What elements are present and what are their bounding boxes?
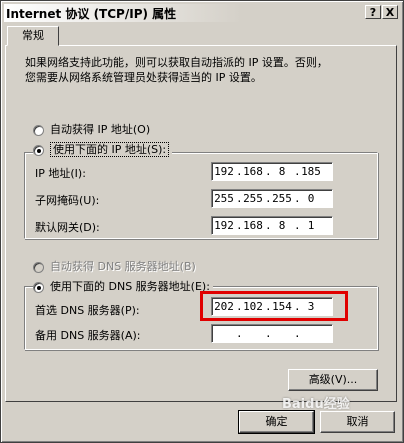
octet: 255 xyxy=(214,192,234,205)
auto-ip-radio[interactable]: 自动获得 IP 地址(O) xyxy=(33,121,150,137)
octet: 255 xyxy=(272,192,292,205)
radio-indicator-checked xyxy=(33,144,44,156)
octet: 8 xyxy=(278,219,286,232)
ip-address-label: IP 地址(I): xyxy=(35,167,86,180)
tab-general[interactable]: 常规 xyxy=(7,26,59,46)
radio-indicator xyxy=(33,124,44,136)
octet: 185 xyxy=(301,165,321,178)
alternate-dns-field[interactable]: . . . xyxy=(211,324,333,343)
octet: 0 xyxy=(307,192,315,205)
default-gateway-label: 默认网关(D): xyxy=(35,221,100,234)
octet: 168 xyxy=(243,165,263,178)
description-line-1: 如果网络支持此功能，则可以获取自动指派的 IP 设置。否则， xyxy=(25,56,328,69)
manual-ip-radio[interactable]: 使用下面的 IP 地址(S): xyxy=(33,141,173,157)
octet: 168 xyxy=(243,219,263,232)
close-button[interactable]: X xyxy=(382,5,398,19)
ok-button[interactable]: 确定 xyxy=(238,410,315,434)
subnet-mask-label: 子网掩码(U): xyxy=(35,194,100,207)
alternate-dns-label: 备用 DNS 服务器(A): xyxy=(35,329,141,342)
auto-ip-label: 自动获得 IP 地址(O) xyxy=(50,123,151,136)
auto-dns-label: 自动获得 DNS 服务器地址(B) xyxy=(50,260,196,273)
description-text: 如果网络支持此功能，则可以获取自动指派的 IP 设置。否则， 您需要从网络系统管… xyxy=(25,55,375,85)
manual-ip-label: 使用下面的 IP 地址(S): xyxy=(50,142,170,157)
octet: 8 xyxy=(278,165,286,178)
manual-dns-radio[interactable]: 使用下面的 DNS 服务器地址(E): xyxy=(33,278,213,294)
cancel-button[interactable]: 取消 xyxy=(320,411,395,433)
preferred-dns-label: 首选 DNS 服务器(P): xyxy=(35,304,140,317)
help-button[interactable]: ? xyxy=(365,5,381,19)
advanced-button[interactable]: 高级(V)... xyxy=(288,369,378,391)
default-gateway-field[interactable]: 192. 168. 8. 1 xyxy=(211,216,333,235)
radio-indicator-disabled xyxy=(33,261,44,273)
radio-indicator-checked xyxy=(33,281,44,293)
title-bar: Internet 协议 (TCP/IP) 属性 ? X xyxy=(4,4,400,22)
auto-dns-radio[interactable]: 自动获得 DNS 服务器地址(B) xyxy=(33,258,196,274)
manual-dns-label: 使用下面的 DNS 服务器地址(E): xyxy=(50,280,210,293)
subnet-mask-field[interactable]: 255. 255. 255. 0 xyxy=(211,189,333,208)
window-title: Internet 协议 (TCP/IP) 属性 xyxy=(6,7,177,21)
octet: 255 xyxy=(243,192,263,205)
watermark: Baidu经验 xyxy=(282,397,350,412)
red-highlight-box xyxy=(200,291,348,321)
ip-address-field[interactable]: 192. 168. 8. 185 xyxy=(211,162,333,181)
octet: 1 xyxy=(307,219,315,232)
description-line-2: 您需要从网络系统管理员处获得适当的 IP 设置。 xyxy=(25,71,262,84)
octet: 192 xyxy=(214,165,234,178)
octet: 192 xyxy=(214,219,234,232)
